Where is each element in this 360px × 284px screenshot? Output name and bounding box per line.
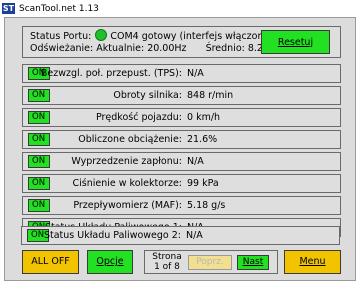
sensor-label: Obroty silnika: xyxy=(113,90,182,101)
window-title: ScanTool.net 1.13 xyxy=(19,3,99,14)
sensor-label: Prędkość pojazdu: xyxy=(95,112,182,123)
reset-button[interactable]: Resetuj xyxy=(261,30,330,54)
sensor-row-load: ON Obliczone obciążenie: 21.6% xyxy=(22,130,341,149)
sensor-row-map: ON Ciśnienie w kolektorze: 99 kPa xyxy=(22,174,341,193)
sensor-value: N/A xyxy=(187,68,204,79)
sensor-toggle-button[interactable]: ON xyxy=(28,155,50,168)
options-button[interactable]: Opcje xyxy=(87,250,133,274)
refresh-label: Odświeżanie: xyxy=(30,43,94,54)
sensor-row-speed: ON Prędkość pojazdu: 0 km/h xyxy=(22,108,341,127)
sensor-value: N/A xyxy=(187,156,204,167)
sensor-toggle-button[interactable]: ON xyxy=(28,89,50,102)
page-navigator: Strona 1 of 8 Poprz. Nast xyxy=(144,250,278,274)
sensor-label: Obliczone obciążenie: xyxy=(78,134,182,145)
sensor-row-tps: ON Bezwzgl. poł. przepust. (TPS): N/A xyxy=(22,64,341,83)
sensor-label: Przepływomierz (MAF): xyxy=(73,200,182,211)
sensor-label: Status Układu Paliwowego 2: xyxy=(43,230,181,241)
sensor-row-fuel-2: ON Status Układu Paliwowego 2: N/A xyxy=(21,226,340,245)
sensor-value: 21.6% xyxy=(187,134,218,145)
sensor-value: N/A xyxy=(186,230,203,241)
page-indicator: 1 of 8 xyxy=(154,262,180,272)
sensor-row-timing: ON Wyprzedzenie zapłonu: N/A xyxy=(22,152,341,171)
previous-page-button[interactable]: Poprz. xyxy=(188,255,232,270)
menu-button[interactable]: Menu xyxy=(284,250,341,274)
all-off-button[interactable]: ALL OFF xyxy=(22,250,79,274)
sensor-row-maf: ON Przepływomierz (MAF): 5.18 g/s xyxy=(22,196,341,215)
sensor-row-rpm: ON Obroty silnika: 848 r/min xyxy=(22,86,341,105)
status-led-icon xyxy=(95,29,108,41)
sensor-label: Ciśnienie w kolektorze: xyxy=(72,178,182,189)
port-status-value: COM4 gotowy (interfejs włączony) xyxy=(110,31,273,42)
refresh-actual: Aktualnie: 20.00Hz xyxy=(96,43,187,54)
sensor-toggle-button[interactable]: ON xyxy=(28,199,50,212)
sensor-toggle-button[interactable]: ON xyxy=(28,133,50,146)
sensor-value: 5.18 g/s xyxy=(187,200,226,211)
sensor-value: 99 kPa xyxy=(187,178,219,189)
app-icon: ST xyxy=(2,3,15,14)
port-status-label: Status Portu: xyxy=(30,31,92,42)
sensor-toggle-button[interactable]: ON xyxy=(28,177,50,190)
next-page-button[interactable]: Nast xyxy=(237,255,269,270)
sensor-toggle-button[interactable]: ON xyxy=(28,111,50,124)
title-bar: ST ScanTool.net 1.13 xyxy=(0,0,360,17)
sensor-value: 848 r/min xyxy=(187,90,234,101)
sensor-label: Bezwzgl. poł. przepust. (TPS): xyxy=(40,68,182,79)
page-label: Strona xyxy=(152,252,182,262)
status-panel: Status Portu: COM4 gotowy (interfejs włąc… xyxy=(22,26,341,58)
sensor-value: 0 km/h xyxy=(187,112,221,123)
sensor-label: Wyprzedzenie zapłonu: xyxy=(71,156,182,167)
